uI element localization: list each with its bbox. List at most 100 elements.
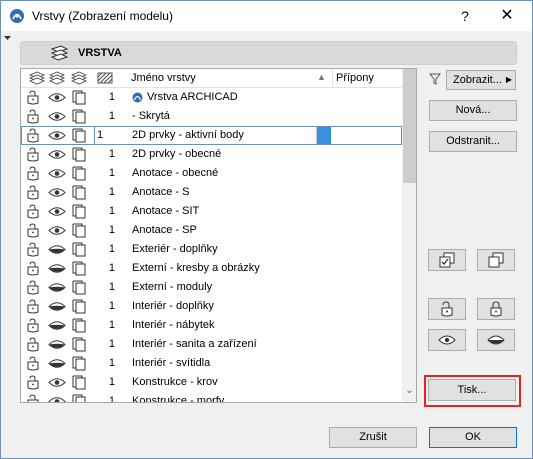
unlock-icon[interactable]: [26, 356, 40, 371]
intersection-group-number: 1: [108, 300, 115, 312]
layer-row[interactable]: 1 Konstrukce - morfy: [21, 392, 402, 402]
unlock-icon[interactable]: [26, 337, 40, 352]
cancel-button[interactable]: Zrušit: [329, 427, 417, 448]
scrollbar-thumb[interactable]: [403, 69, 416, 183]
unlock-icon[interactable]: [26, 90, 40, 105]
visibility-column-icon[interactable]: [49, 71, 65, 85]
eye-open-icon[interactable]: [48, 92, 66, 103]
unlock-icon[interactable]: [26, 223, 40, 238]
solid-model-icon[interactable]: [72, 128, 87, 143]
unlock-icon[interactable]: [26, 375, 40, 390]
layer-row[interactable]: 1 Interiér - doplňky: [21, 297, 402, 316]
unlock-icon[interactable]: [26, 280, 40, 295]
wireframe-column-icon[interactable]: [71, 71, 87, 85]
solid-model-icon[interactable]: [72, 242, 87, 257]
show-all-button[interactable]: [428, 329, 466, 351]
eye-open-icon[interactable]: [48, 130, 66, 141]
layer-row[interactable]: 1 Interiér - svítidla: [21, 354, 402, 373]
layer-row[interactable]: 1 Interiér - nábytek: [21, 316, 402, 335]
delete-layer-button[interactable]: Odstranit...: [429, 131, 517, 152]
duplicate-icon-button[interactable]: [477, 249, 515, 271]
eye-closed-icon[interactable]: [48, 339, 66, 350]
eye-closed-icon[interactable]: [48, 263, 66, 274]
filter-funnel-icon: [429, 73, 441, 85]
solid-model-icon[interactable]: [72, 356, 87, 371]
layer-row[interactable]: 1 2D prvky - obecné: [21, 145, 402, 164]
column-header-name[interactable]: Jméno vrstvy: [131, 72, 196, 84]
intersection-group-column-icon[interactable]: [97, 71, 113, 85]
layer-row[interactable]: 1 Vrstva ARCHICAD: [21, 88, 402, 107]
show-filter-button[interactable]: Zobrazit... ▶: [446, 70, 516, 90]
eye-closed-icon[interactable]: [48, 282, 66, 293]
unlock-icon[interactable]: [26, 299, 40, 314]
list-scrollbar[interactable]: ⌄: [402, 69, 416, 402]
unlock-icon[interactable]: [26, 185, 40, 200]
hide-all-button[interactable]: [477, 329, 515, 351]
layer-row[interactable]: 1 Anotace - SP: [21, 221, 402, 240]
eye-open-icon[interactable]: [48, 149, 66, 160]
unlock-all-button[interactable]: [428, 298, 466, 320]
layer-row[interactable]: 1 Anotace - obecné: [21, 164, 402, 183]
unlock-icon[interactable]: [26, 242, 40, 257]
solid-model-icon[interactable]: [72, 337, 87, 352]
unlock-icon: [441, 301, 453, 317]
unlock-icon[interactable]: [26, 204, 40, 219]
solid-model-icon[interactable]: [72, 90, 87, 105]
new-layer-button[interactable]: Nová...: [429, 100, 517, 121]
layer-row[interactable]: 1 - Skrytá: [21, 107, 402, 126]
eye-open-icon[interactable]: [48, 206, 66, 217]
layer-row-selected[interactable]: 1 2D prvky - aktivní body: [21, 126, 402, 145]
layer-row[interactable]: 1 Konstrukce - krov: [21, 373, 402, 392]
solid-model-icon[interactable]: [72, 299, 87, 314]
solid-model-icon[interactable]: [72, 204, 87, 219]
unlock-icon[interactable]: [26, 109, 40, 124]
unlock-icon[interactable]: [26, 318, 40, 333]
layer-row[interactable]: 1 Interiér - sanita a zařízení: [21, 335, 402, 354]
sort-ascending-icon[interactable]: ▲: [317, 72, 326, 82]
unlock-icon[interactable]: [26, 166, 40, 181]
layer-row[interactable]: 1 Anotace - S: [21, 183, 402, 202]
unlock-icon[interactable]: [26, 128, 40, 143]
scroll-down-arrow-icon[interactable]: ⌄: [402, 385, 416, 402]
column-header-extensions[interactable]: Přípony: [332, 69, 402, 88]
eye-open-icon[interactable]: [48, 111, 66, 122]
solid-model-icon[interactable]: [72, 318, 87, 333]
solid-model-icon[interactable]: [72, 261, 87, 276]
solid-model-icon[interactable]: [72, 109, 87, 124]
intersection-group-number: 1: [108, 376, 115, 388]
eye-open-icon[interactable]: [48, 396, 66, 402]
layers-stack-icon: [50, 45, 69, 61]
layer-row[interactable]: 1 Anotace - SIT: [21, 202, 402, 221]
extension-cell-selected[interactable]: [317, 127, 331, 144]
layer-row[interactable]: 1 Externí - kresby a obrázky: [21, 259, 402, 278]
solid-model-icon[interactable]: [72, 147, 87, 162]
solid-model-icon[interactable]: [72, 185, 87, 200]
help-button[interactable]: ?: [453, 5, 477, 27]
ok-button[interactable]: OK: [429, 427, 517, 448]
solid-model-icon[interactable]: [72, 280, 87, 295]
lock-all-button[interactable]: [477, 298, 515, 320]
eye-open-icon[interactable]: [48, 225, 66, 236]
lock-column-icon[interactable]: [29, 71, 45, 85]
unlock-icon[interactable]: [26, 261, 40, 276]
print-button[interactable]: Tisk...: [428, 379, 516, 401]
eye-closed-icon[interactable]: [48, 320, 66, 331]
eye-closed-icon[interactable]: [48, 244, 66, 255]
solid-model-icon[interactable]: [72, 166, 87, 181]
layer-row[interactable]: 1 Externí - moduly: [21, 278, 402, 297]
close-button[interactable]: ✕: [492, 4, 522, 28]
eye-open-icon[interactable]: [48, 187, 66, 198]
solid-model-icon[interactable]: [72, 223, 87, 238]
solid-model-icon[interactable]: [72, 394, 87, 402]
eye-closed-icon[interactable]: [48, 301, 66, 312]
layers-list[interactable]: Jméno vrstvy ▲ Přípony 1 Vrstva ARCHICAD 1…: [20, 68, 417, 403]
layer-row[interactable]: 1 Exteriér - doplňky: [21, 240, 402, 259]
eye-closed-icon[interactable]: [48, 358, 66, 369]
eye-open-icon[interactable]: [48, 377, 66, 388]
unlock-icon[interactable]: [26, 394, 40, 402]
solid-model-icon[interactable]: [72, 375, 87, 390]
collapse-triangle-icon[interactable]: [4, 34, 12, 42]
select-all-icon-button[interactable]: [428, 249, 466, 271]
unlock-icon[interactable]: [26, 147, 40, 162]
eye-open-icon[interactable]: [48, 168, 66, 179]
